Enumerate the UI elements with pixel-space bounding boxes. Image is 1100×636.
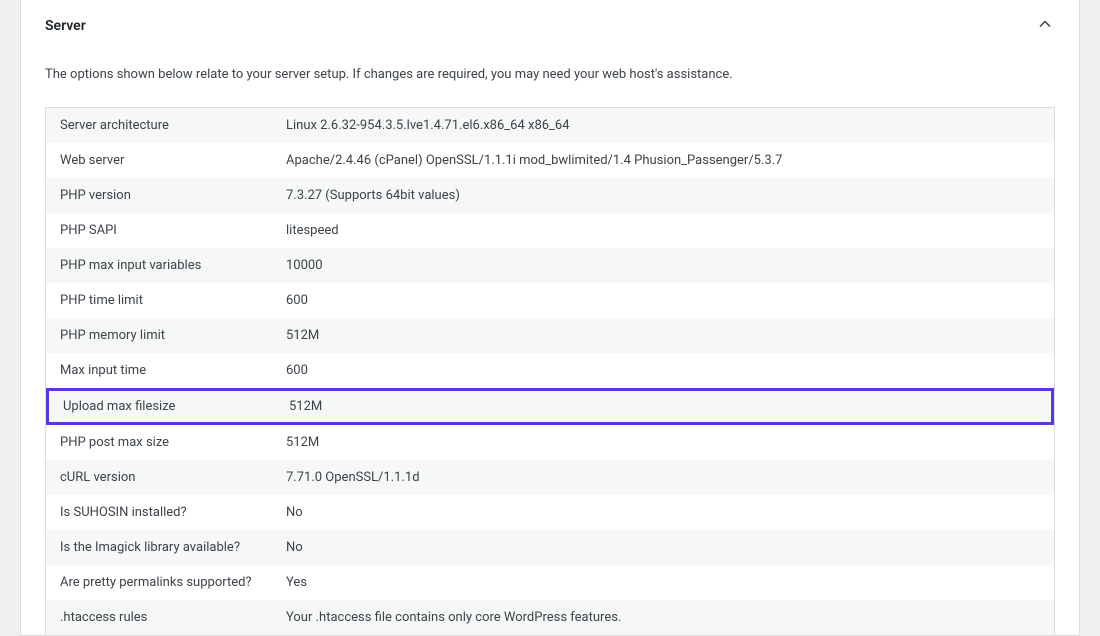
table-row: Is SUHOSIN installed?No — [46, 495, 1054, 530]
table-row: PHP version7.3.27 (Supports 64bit values… — [46, 178, 1054, 213]
row-label: PHP version — [60, 188, 286, 203]
server-panel: Server The options shown below relate to… — [20, 0, 1080, 636]
table-row: PHP post max size512M — [46, 425, 1054, 460]
row-label: Server architecture — [60, 118, 286, 133]
table-row: Upload max filesize512M — [46, 388, 1054, 425]
row-label: Upload max filesize — [63, 399, 289, 414]
row-value: Apache/2.4.46 (cPanel) OpenSSL/1.1.1i mo… — [286, 153, 1040, 168]
row-value: litespeed — [286, 223, 1040, 238]
table-row: Is the Imagick library available?No — [46, 530, 1054, 565]
row-label: PHP SAPI — [60, 223, 286, 238]
table-row: PHP SAPIlitespeed — [46, 213, 1054, 248]
row-value: 512M — [286, 328, 1040, 343]
row-label: Web server — [60, 153, 286, 168]
row-label: Is SUHOSIN installed? — [60, 505, 286, 520]
table-row: PHP max input variables10000 — [46, 248, 1054, 283]
row-value: No — [286, 540, 1040, 555]
row-label: Is the Imagick library available? — [60, 540, 286, 555]
table-row: Web serverApache/2.4.46 (cPanel) OpenSSL… — [46, 143, 1054, 178]
row-label: PHP memory limit — [60, 328, 286, 343]
table-row: Server architectureLinux 2.6.32-954.3.5.… — [46, 108, 1054, 143]
row-value: 7.3.27 (Supports 64bit values) — [286, 188, 1040, 203]
row-value: Linux 2.6.32-954.3.5.lve1.4.71.el6.x86_6… — [286, 118, 1040, 133]
table-row: Are pretty permalinks supported?Yes — [46, 565, 1054, 600]
row-label: cURL version — [60, 470, 286, 485]
row-label: Max input time — [60, 363, 286, 378]
row-value: 512M — [286, 435, 1040, 450]
section-header[interactable]: Server — [21, 0, 1079, 57]
row-value: Your .htaccess file contains only core W… — [286, 610, 1040, 625]
row-label: .htaccess rules — [60, 610, 286, 625]
row-value: 10000 — [286, 258, 1040, 273]
row-label: PHP post max size — [60, 435, 286, 450]
row-value: 600 — [286, 363, 1040, 378]
row-label: PHP max input variables — [60, 258, 286, 273]
row-value: 7.71.0 OpenSSL/1.1.1d — [286, 470, 1040, 485]
row-value: 512M — [289, 399, 1037, 414]
row-label: PHP time limit — [60, 293, 286, 308]
section-title: Server — [45, 18, 86, 34]
server-table: Server architectureLinux 2.6.32-954.3.5.… — [45, 107, 1055, 635]
row-value: No — [286, 505, 1040, 520]
row-label: Are pretty permalinks supported? — [60, 575, 286, 590]
row-value: 600 — [286, 293, 1040, 308]
chevron-up-icon — [1035, 14, 1055, 37]
row-value: Yes — [286, 575, 1040, 590]
table-row: PHP memory limit512M — [46, 318, 1054, 353]
table-row: cURL version7.71.0 OpenSSL/1.1.1d — [46, 460, 1054, 495]
section-description: The options shown below relate to your s… — [21, 57, 1079, 107]
table-row: Max input time600 — [46, 353, 1054, 388]
table-row: .htaccess rulesYour .htaccess file conta… — [46, 600, 1054, 635]
table-row: PHP time limit600 — [46, 283, 1054, 318]
